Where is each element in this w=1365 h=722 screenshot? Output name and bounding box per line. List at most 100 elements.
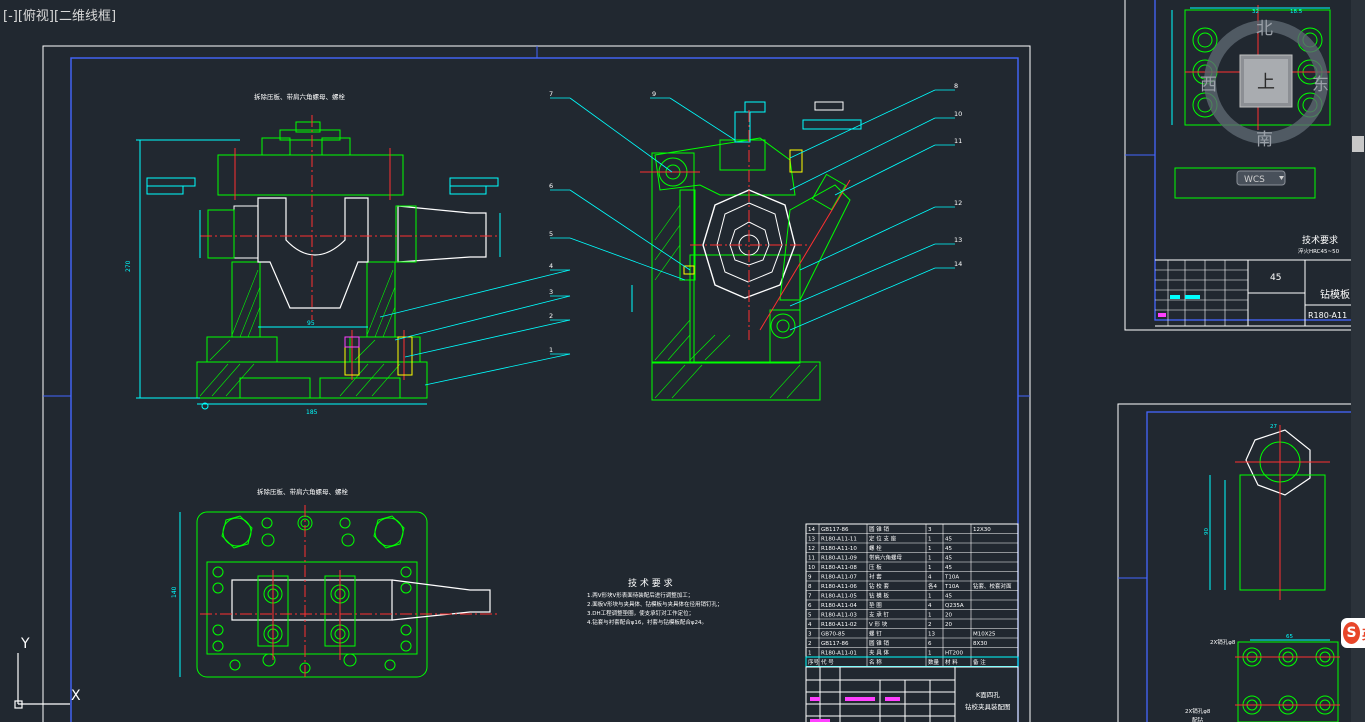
view-cube-south[interactable]: 南 <box>1256 130 1273 150</box>
hole-label: 2X销孔φ8 <box>1210 638 1236 646</box>
right-tech-req-sub: 淬火HRC45~50 <box>1298 247 1340 255</box>
bom-cell: 垫 圈 <box>869 601 882 609</box>
leader-number: 8 <box>954 82 958 90</box>
scrollbar-thumb[interactable] <box>1352 136 1364 152</box>
viewport-label[interactable]: [-][俯视][二维线框] <box>3 5 116 24</box>
bom-header-cell: 序号 <box>808 658 820 666</box>
section-view <box>631 101 862 401</box>
bom-cell: M10X25 <box>973 632 996 638</box>
leader-number: 9 <box>652 90 656 98</box>
bom-cell: 3 <box>808 632 812 638</box>
bom-header-cell: 数量 <box>928 658 940 666</box>
bom-cell: 13 <box>808 537 815 543</box>
dim-95: 95 <box>307 320 315 327</box>
bom-cell: 4 <box>928 603 932 609</box>
bom-cell: GB70-85 <box>821 632 846 638</box>
leader-number: 1 <box>549 346 553 354</box>
dim-text: 27 <box>1270 424 1277 430</box>
leader-number: 6 <box>549 182 553 190</box>
bom-cell: 20 <box>945 613 952 619</box>
part-code: R180-A11 <box>1308 311 1347 320</box>
bom-cell: R180-A11-05 <box>821 594 857 600</box>
tech-requirements: 技 术 要 求 1.两V形块V形表面待装配后进行调整加工； 2.面板V形块与夹具… <box>587 577 723 626</box>
bom-cell: 1 <box>928 651 932 657</box>
bom-cell: R180-A11-11 <box>821 537 857 543</box>
leader-number: 3 <box>549 288 553 296</box>
bom-cell: 10 <box>808 565 815 571</box>
plan-view-title: 拆除压板、带肩六角螺母、螺栓 <box>257 487 349 496</box>
bom-cell: 45 <box>945 565 952 571</box>
dim-text: 18.5 <box>1290 9 1303 15</box>
bom-cell: 钻 校 套 <box>869 582 889 590</box>
view-cube-west[interactable]: 西 <box>1200 75 1217 95</box>
leader-number: 11 <box>954 137 962 145</box>
bom-cell: 2 <box>808 641 812 647</box>
bom-cell: 45 <box>945 556 952 562</box>
title-block: K面四孔 钻校夹具装配图 <box>805 666 1019 722</box>
bom-cell: 各4 <box>928 582 938 590</box>
cad-drawing-canvas[interactable]: 拆除压板、带肩六角螺母、螺栓 270 185 95 7 9 8 10 11 6 … <box>0 0 1365 722</box>
dim-140: 140 <box>171 586 178 598</box>
bom-cell: Q235A <box>945 603 964 609</box>
bom-cell: 带肩六角螺母 <box>869 554 903 562</box>
ime-indicator[interactable]: S 英 <box>1341 618 1365 648</box>
bom-cell: 钻套、校套对面 <box>973 582 1012 590</box>
leader-number: 10 <box>954 110 962 118</box>
bom-cell: 12X30 <box>973 527 991 533</box>
bom-cell: 钻 模 板 <box>869 592 889 600</box>
view-cube[interactable]: 上 北 南 东 西 WCS <box>1200 19 1329 186</box>
bom-cell: GB117-86 <box>821 527 849 533</box>
dim-text: 32 <box>1252 9 1259 15</box>
bom-cell: R180-A11-08 <box>821 565 857 571</box>
bom-cell: T10A <box>944 575 959 581</box>
part-name: 钻模板 <box>1320 288 1350 301</box>
main-sheet <box>42 45 1031 722</box>
ucs-y-label: Y <box>20 636 30 652</box>
bom-cell: R180-A11-04 <box>821 603 857 609</box>
hole-label: 2X销孔φ8 <box>1185 707 1211 715</box>
tech-req-line: 4.钻套与衬套配合φ16，衬套与钻模板配合φ24。 <box>587 618 707 626</box>
bom-cell: 45 <box>945 537 952 543</box>
sogou-ime-icon: S <box>1343 622 1360 644</box>
right-sheet-top: 18.5 32 45 钻模板 R180-A11 技术要求 淬火HRC45~50 <box>1124 0 1365 331</box>
vertical-scrollbar[interactable] <box>1351 0 1365 722</box>
bom-cell: 14 <box>808 527 815 533</box>
bom-header-cell: 代 号 <box>821 658 834 666</box>
bom-cell: 11 <box>808 556 815 562</box>
bom-cell: 4 <box>928 575 932 581</box>
tech-req-line: 2.面板V形块与夹具体、钻模板与夹具体在径用销钉孔； <box>587 600 723 608</box>
bom-cell: R180-A11-06 <box>821 584 857 590</box>
front-view-title: 拆除压板、带肩六角螺母、螺栓 <box>254 92 346 101</box>
bom-cell: R180-A11-02 <box>821 622 857 628</box>
dim-270: 270 <box>125 260 132 272</box>
bom-cell: 支 承 钉 <box>869 611 889 619</box>
wcs-label: WCS <box>1244 175 1265 185</box>
bom-cell: 2 <box>928 622 932 628</box>
hole-label: 配钻 <box>1192 716 1204 722</box>
bom-cell: R180-A11-09 <box>821 556 857 562</box>
bom-cell: 夹 具 体 <box>869 649 889 657</box>
bom-cell: 压 板 <box>869 563 882 571</box>
bom-cell: 4 <box>808 622 812 628</box>
tech-req-line: 1.两V形块V形表面待装配后进行调整加工； <box>587 591 693 599</box>
front-view: 拆除压板、带肩六角螺母、螺栓 270 185 95 <box>125 92 501 416</box>
leader-number: 13 <box>954 236 962 244</box>
bom-cell: 6 <box>808 603 812 609</box>
bom-cell: R180-A11-10 <box>821 546 857 552</box>
dim-185: 185 <box>306 409 318 416</box>
bom-cell: 圆 锥 销 <box>869 525 889 533</box>
bom-cell: 8X30 <box>973 641 988 647</box>
view-cube-east[interactable]: 东 <box>1312 75 1329 95</box>
bom-cell: R180-A11-01 <box>821 651 857 657</box>
sheet-outer-border <box>42 45 1031 722</box>
bom-cell: 1 <box>928 537 932 543</box>
dim-text: 65 <box>1286 634 1293 640</box>
leader-lines <box>379 89 955 386</box>
part-material: 45 <box>1270 273 1281 283</box>
bom-table: 14 GB117-86 圆 锥 销 3 12X3013 R180-A11-11 定 位 支 … <box>805 523 1019 667</box>
bom-cell: 螺 栓 <box>869 544 882 552</box>
view-cube-north[interactable]: 北 <box>1256 19 1273 39</box>
bom-cell: T10A <box>944 584 959 590</box>
bom-cell: 13 <box>928 632 935 638</box>
leader-number: 5 <box>549 230 553 238</box>
